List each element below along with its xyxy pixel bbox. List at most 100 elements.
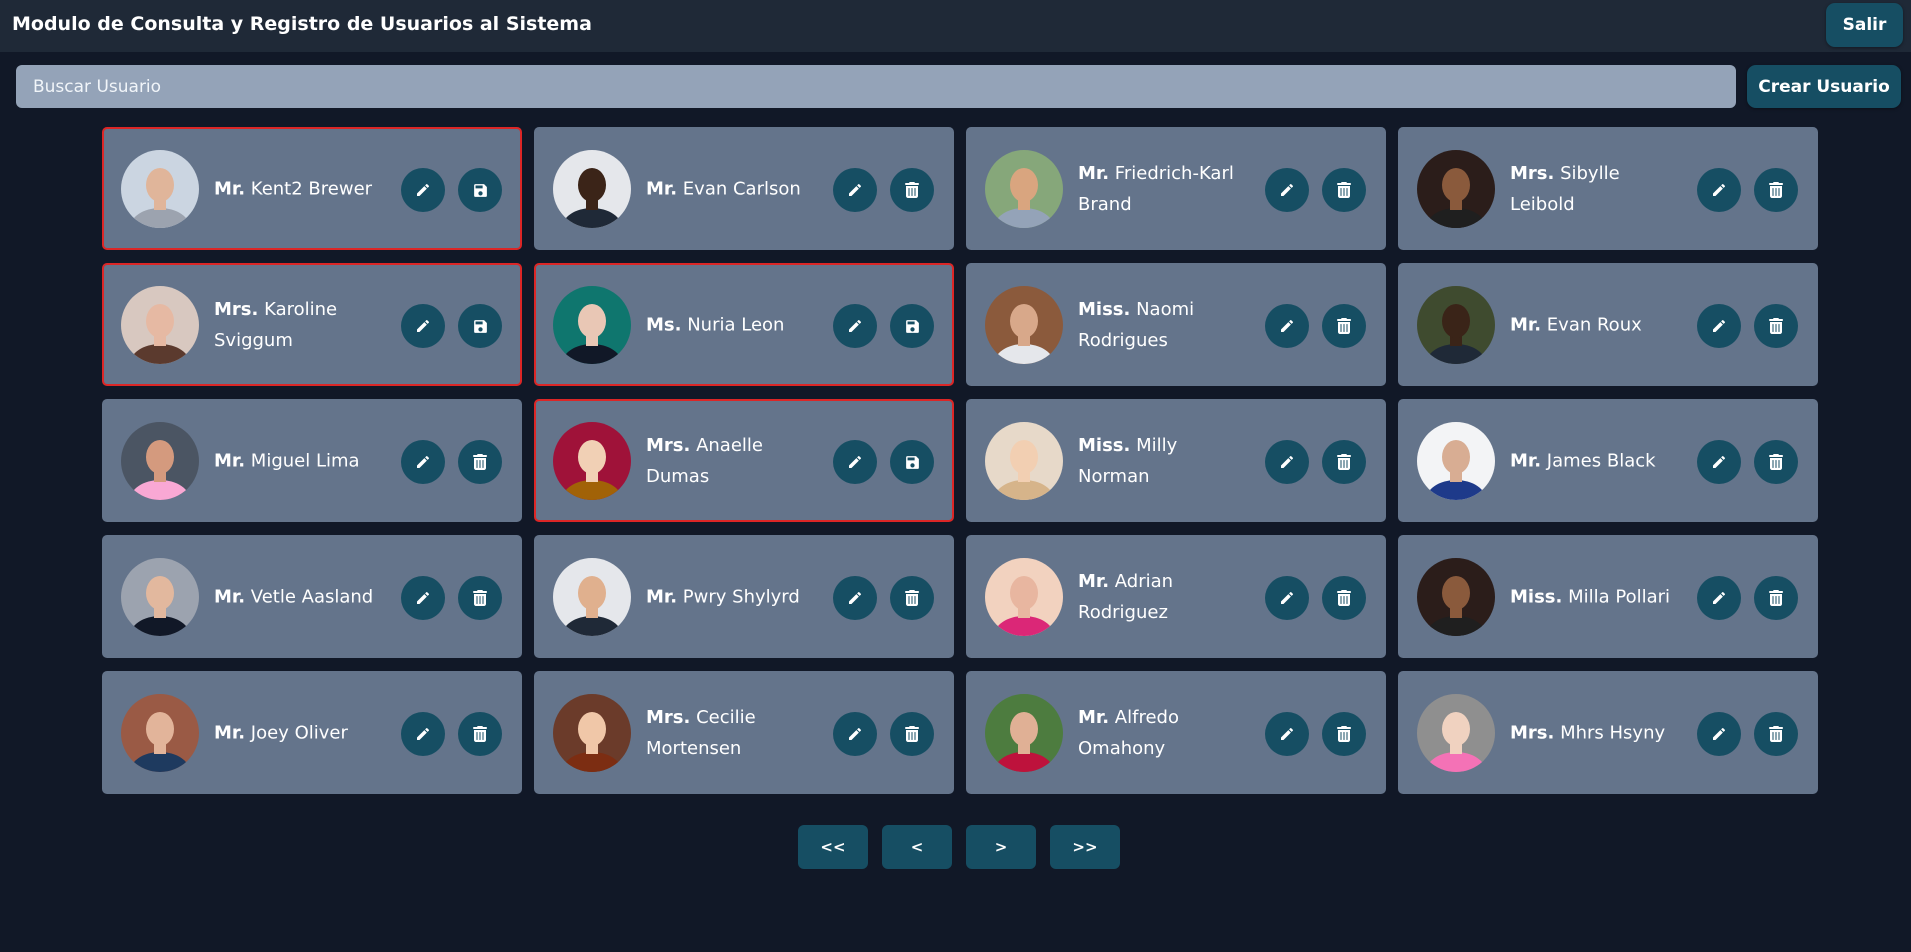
trash-icon <box>1769 318 1783 334</box>
edit-user-button[interactable] <box>1697 168 1741 212</box>
user-full-name: Evan Carlson <box>682 178 801 199</box>
trash-icon <box>1769 454 1783 470</box>
delete-user-button[interactable] <box>1754 168 1798 212</box>
edit-user-button[interactable] <box>1265 304 1309 348</box>
save-user-button[interactable] <box>458 168 502 212</box>
pencil-icon <box>847 726 863 742</box>
previous-page-button[interactable]: < <box>882 825 952 869</box>
user-title: Mrs. <box>646 434 691 456</box>
pencil-icon <box>847 590 863 606</box>
avatar <box>553 422 631 500</box>
edit-user-button[interactable] <box>401 440 445 484</box>
save-user-button[interactable] <box>458 304 502 348</box>
delete-user-button[interactable] <box>890 168 934 212</box>
user-card: Mr. Vetle Aasland <box>102 535 522 658</box>
user-title: Miss. <box>1510 586 1563 607</box>
pencil-icon <box>847 318 863 334</box>
edit-user-button[interactable] <box>1265 168 1309 212</box>
pencil-icon <box>1279 318 1295 334</box>
user-card: Mrs. Mhrs Hsyny <box>1398 671 1818 794</box>
delete-user-button[interactable] <box>1322 712 1366 756</box>
edit-user-button[interactable] <box>1265 440 1309 484</box>
delete-user-button[interactable] <box>1322 168 1366 212</box>
avatar <box>1417 286 1495 364</box>
delete-user-button[interactable] <box>1322 304 1366 348</box>
save-user-button[interactable] <box>890 304 934 348</box>
pagination: << < > >> <box>798 825 1120 869</box>
user-name: Mrs. Cecilie Mortensen <box>646 702 821 764</box>
delete-user-button[interactable] <box>1322 576 1366 620</box>
edit-user-button[interactable] <box>401 712 445 756</box>
user-name: Mrs. Mhrs Hsyny <box>1510 717 1685 748</box>
avatar <box>1417 694 1495 772</box>
delete-user-button[interactable] <box>1754 576 1798 620</box>
avatar <box>121 558 199 636</box>
trash-icon <box>473 726 487 742</box>
avatar <box>985 558 1063 636</box>
delete-user-button[interactable] <box>1754 440 1798 484</box>
edit-user-button[interactable] <box>833 440 877 484</box>
trash-icon <box>905 726 919 742</box>
user-name: Mr. Pwry Shylyrd <box>646 581 821 612</box>
top-bar: Modulo de Consulta y Registro de Usuario… <box>0 0 1911 52</box>
user-card: Mrs. Karoline Sviggum <box>102 263 522 386</box>
user-name: Miss. Milly Norman <box>1078 430 1253 492</box>
user-full-name: Miguel Lima <box>250 450 360 471</box>
trash-icon <box>1337 726 1351 742</box>
pencil-icon <box>415 318 431 334</box>
edit-user-button[interactable] <box>833 712 877 756</box>
delete-user-button[interactable] <box>458 440 502 484</box>
page-title: Modulo de Consulta y Registro de Usuario… <box>12 13 592 35</box>
user-title: Mr. <box>646 178 678 199</box>
first-page-button[interactable]: << <box>798 825 868 869</box>
delete-user-button[interactable] <box>890 576 934 620</box>
edit-user-button[interactable] <box>1697 712 1741 756</box>
avatar <box>553 150 631 228</box>
next-page-button[interactable]: > <box>966 825 1036 869</box>
user-card: Mr. Kent2 Brewer <box>102 127 522 250</box>
edit-user-button[interactable] <box>1697 440 1741 484</box>
delete-user-button[interactable] <box>1754 304 1798 348</box>
user-full-name: Joey Oliver <box>250 722 348 743</box>
logout-button[interactable]: Salir <box>1826 3 1903 47</box>
user-title: Mr. <box>646 586 678 607</box>
trash-icon <box>1337 590 1351 606</box>
save-icon <box>904 454 921 471</box>
edit-user-button[interactable] <box>401 304 445 348</box>
edit-user-button[interactable] <box>1697 576 1741 620</box>
edit-user-button[interactable] <box>833 168 877 212</box>
user-name: Mr. Joey Oliver <box>214 717 389 748</box>
user-card: Mr. Pwry Shylyrd <box>534 535 954 658</box>
user-title: Mr. <box>214 178 246 199</box>
delete-user-button[interactable] <box>890 712 934 756</box>
trash-icon <box>1337 182 1351 198</box>
user-full-name: Vetle Aasland <box>250 586 374 607</box>
save-icon <box>472 318 489 335</box>
delete-user-button[interactable] <box>1322 440 1366 484</box>
user-card: Mr. Friedrich-Karl Brand <box>966 127 1386 250</box>
delete-user-button[interactable] <box>1754 712 1798 756</box>
trash-icon <box>1337 318 1351 334</box>
avatar <box>121 150 199 228</box>
delete-user-button[interactable] <box>458 576 502 620</box>
avatar <box>985 422 1063 500</box>
avatar <box>985 286 1063 364</box>
save-user-button[interactable] <box>890 440 934 484</box>
edit-user-button[interactable] <box>1265 576 1309 620</box>
edit-user-button[interactable] <box>401 576 445 620</box>
user-title: Mrs. <box>646 706 691 728</box>
edit-user-button[interactable] <box>833 304 877 348</box>
user-card: Mr. Evan Carlson <box>534 127 954 250</box>
edit-user-button[interactable] <box>1697 304 1741 348</box>
edit-user-button[interactable] <box>401 168 445 212</box>
trash-icon <box>1769 590 1783 606</box>
search-input[interactable] <box>16 65 1736 108</box>
create-user-button[interactable]: Crear Usuario <box>1747 65 1901 108</box>
delete-user-button[interactable] <box>458 712 502 756</box>
edit-user-button[interactable] <box>833 576 877 620</box>
user-card: Mr. Miguel Lima <box>102 399 522 522</box>
user-card: Mrs. Sibylle Leibold <box>1398 127 1818 250</box>
edit-user-button[interactable] <box>1265 712 1309 756</box>
user-card: Mr. Joey Oliver <box>102 671 522 794</box>
last-page-button[interactable]: >> <box>1050 825 1120 869</box>
